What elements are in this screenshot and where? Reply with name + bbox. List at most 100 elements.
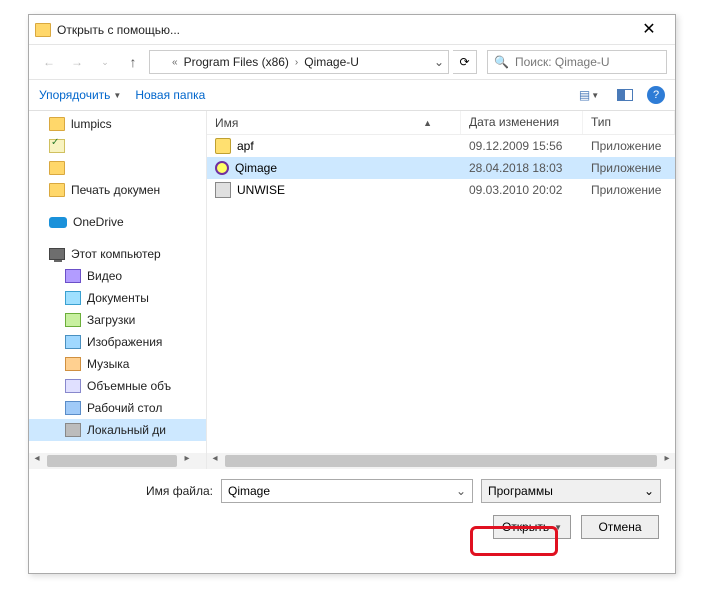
file-horizontal-scrollbar[interactable]: ◂ ▸	[207, 453, 675, 469]
help-button[interactable]: ?	[647, 86, 665, 104]
file-name: apf	[237, 139, 254, 153]
open-button[interactable]: Открыть ▼	[493, 515, 571, 539]
toolbar: Упорядочить ▼ Новая папка ▤ ▼ ?	[29, 79, 675, 111]
organize-menu[interactable]: Упорядочить ▼	[39, 88, 121, 102]
navigation-tree[interactable]: lumpics Печать докумен OneDrive Этот компью…	[29, 111, 207, 469]
scroll-left-button[interactable]: ◂	[207, 453, 223, 469]
tree-item-label: Печать докумен	[71, 183, 160, 197]
tree-item[interactable]: Музыка	[29, 353, 206, 375]
open-with-dialog: Открыть с помощью... ✕ ← → ⌄ ↑ « Program…	[28, 14, 676, 574]
cancel-button[interactable]: Отмена	[581, 515, 659, 539]
chevron-right-icon: ›	[295, 57, 298, 68]
list-view-icon: ▤	[579, 88, 589, 102]
tree-item[interactable]: Объемные объ	[29, 375, 206, 397]
filename-input[interactable]: Qimage ⌄	[221, 479, 473, 503]
file-icon	[215, 182, 231, 198]
folder-icon	[35, 23, 51, 37]
breadcrumb-seg-1[interactable]: Program Files (x86)	[182, 55, 291, 69]
recent-locations-dropdown[interactable]: ⌄	[93, 50, 117, 74]
dropdown-icon[interactable]: ⌄	[456, 484, 466, 498]
tree-item[interactable]: Печать докумен	[29, 179, 206, 201]
file-type: Приложение	[583, 183, 675, 197]
tree-item[interactable]	[29, 157, 206, 179]
filename-label: Имя файла:	[43, 484, 213, 498]
file-type: Приложение	[583, 139, 675, 153]
tree-item[interactable]: Изображения	[29, 331, 206, 353]
column-name-label: Имя	[215, 116, 238, 130]
close-button[interactable]: ✕	[629, 16, 669, 44]
tree-item[interactable]: Локальный ди	[29, 419, 206, 441]
scroll-right-button[interactable]: ▸	[179, 453, 195, 469]
column-header-date[interactable]: Дата изменения	[461, 111, 583, 134]
tree-item[interactable]: Этот компьютер	[29, 243, 206, 265]
tree-item[interactable]: Загрузки	[29, 309, 206, 331]
tree-item-label: Музыка	[87, 357, 129, 371]
tree-item-label: Изображения	[87, 335, 162, 349]
desk-icon	[65, 401, 81, 415]
pc-icon	[49, 248, 65, 260]
chevron-down-icon: ▼	[113, 91, 121, 100]
folder-icon	[154, 56, 168, 68]
column-type-label: Тип	[591, 115, 611, 129]
forward-button[interactable]: →	[65, 50, 89, 74]
scroll-left-button[interactable]: ◂	[29, 453, 45, 469]
dropdown-icon[interactable]: ⌄	[644, 484, 654, 498]
address-bar[interactable]: « Program Files (x86) › Qimage-U ⌄	[149, 50, 449, 74]
preview-pane-icon	[617, 89, 633, 101]
tree-item[interactable]: Документы	[29, 287, 206, 309]
tree-item-label: Этот компьютер	[71, 247, 161, 261]
open-button-label: Открыть	[502, 520, 549, 534]
tree-item[interactable]: Видео	[29, 265, 206, 287]
search-icon: 🔍	[494, 55, 509, 69]
disk-icon	[65, 423, 81, 437]
preview-pane-button[interactable]	[611, 84, 639, 106]
file-date: 09.12.2009 15:56	[461, 139, 583, 153]
tree-item[interactable]: OneDrive	[29, 211, 206, 233]
tree-item-label: Локальный ди	[87, 423, 166, 437]
search-placeholder: Поиск: Qimage-U	[515, 55, 610, 69]
titlebar: Открыть с помощью... ✕	[29, 15, 675, 45]
folder-icon	[49, 117, 65, 131]
address-dropdown[interactable]: ⌄	[434, 55, 444, 69]
column-header-type[interactable]: Тип	[583, 111, 675, 134]
new-folder-button[interactable]: Новая папка	[135, 88, 205, 102]
file-row[interactable]: UNWISE 09.03.2010 20:02Приложение	[207, 179, 675, 201]
tree-horizontal-scrollbar[interactable]: ◂ ▸	[29, 453, 206, 469]
column-header-name[interactable]: Имя ▲	[207, 111, 461, 134]
file-row[interactable]: Qimage 28.04.2018 18:03Приложение	[207, 157, 675, 179]
tree-item[interactable]: lumpics	[29, 113, 206, 135]
scroll-thumb[interactable]	[47, 455, 177, 467]
view-options-button[interactable]: ▤ ▼	[575, 84, 603, 106]
tree-item-label: Объемные объ	[87, 379, 171, 393]
file-type-filter[interactable]: Программы ⌄	[481, 479, 661, 503]
file-name: UNWISE	[237, 183, 285, 197]
file-list[interactable]: Имя ▲ Дата изменения Тип apf 09.12.2009 1…	[207, 111, 675, 469]
file-name: Qimage	[235, 161, 277, 175]
search-input[interactable]: 🔍 Поиск: Qimage-U	[487, 50, 667, 74]
file-icon	[215, 138, 231, 154]
tree-item-label: Видео	[87, 269, 122, 283]
file-icon	[215, 161, 229, 175]
scroll-right-button[interactable]: ▸	[659, 453, 675, 469]
organize-label: Упорядочить	[39, 88, 110, 102]
file-row[interactable]: apf 09.12.2009 15:56Приложение	[207, 135, 675, 157]
file-date: 09.03.2010 20:02	[461, 183, 583, 197]
scroll-thumb[interactable]	[225, 455, 657, 467]
file-date: 28.04.2018 18:03	[461, 161, 583, 175]
sort-asc-icon: ▲	[423, 118, 432, 128]
column-date-label: Дата изменения	[469, 115, 559, 129]
back-button[interactable]: ←	[37, 50, 61, 74]
refresh-button[interactable]: ⟳	[453, 50, 477, 74]
tree-item[interactable]	[29, 135, 206, 157]
doc-icon	[65, 291, 81, 305]
folder-icon	[49, 183, 65, 197]
breadcrumb-seg-2[interactable]: Qimage-U	[302, 55, 361, 69]
up-button[interactable]: ↑	[121, 50, 145, 74]
tree-item[interactable]: Рабочий стол	[29, 397, 206, 419]
file-type: Приложение	[583, 161, 675, 175]
folder-icon	[49, 161, 65, 175]
split-dropdown-icon[interactable]: ▼	[554, 523, 562, 532]
filter-label: Программы	[488, 484, 553, 498]
window-title: Открыть с помощью...	[57, 23, 629, 37]
column-headers: Имя ▲ Дата изменения Тип	[207, 111, 675, 135]
